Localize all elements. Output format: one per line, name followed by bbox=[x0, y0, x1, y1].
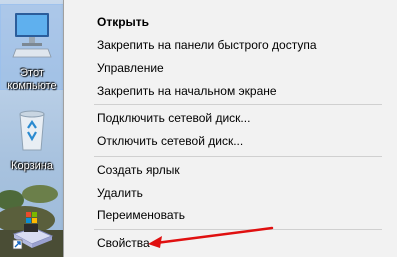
recycle-bin-icon bbox=[19, 110, 45, 151]
desktop: Этот компьюте Корзина bbox=[0, 0, 64, 257]
setup-shortcut-desktop-icon[interactable] bbox=[0, 206, 64, 256]
menu-item-map-network-drive[interactable]: Подключить сетевой диск... bbox=[64, 107, 394, 129]
menu-item-rename[interactable]: Переименовать bbox=[64, 204, 394, 226]
computer-icon bbox=[12, 13, 52, 58]
menu-separator bbox=[94, 229, 382, 230]
this-pc-desktop-icon[interactable]: Этот компьюте bbox=[0, 4, 64, 92]
menu-item-disconnect-network-drive[interactable]: Отключить сетевой диск... bbox=[64, 130, 394, 152]
menu-item-properties[interactable]: Свойства bbox=[64, 232, 394, 254]
menu-separator bbox=[94, 104, 382, 105]
context-menu: Открыть Закрепить на панели быстрого дос… bbox=[63, 0, 397, 257]
menu-item-create-shortcut[interactable]: Создать ярлык bbox=[64, 159, 394, 181]
menu-item-delete[interactable]: Удалить bbox=[64, 182, 394, 204]
this-pc-label-line1: Этот bbox=[20, 67, 44, 79]
recycle-bin-desktop-icon[interactable]: Корзина bbox=[0, 106, 64, 176]
menu-item-manage[interactable]: Управление bbox=[64, 57, 394, 79]
menu-item-pin-start[interactable]: Закрепить на начальном экране bbox=[64, 80, 394, 102]
menu-separator bbox=[94, 156, 382, 157]
this-pc-label-line2: компьюте bbox=[7, 80, 57, 92]
recycle-bin-label: Корзина bbox=[11, 160, 53, 172]
setup-package-icon bbox=[12, 212, 54, 250]
menu-item-open[interactable]: Открыть bbox=[64, 11, 394, 33]
menu-item-pin-quick-access[interactable]: Закрепить на панели быстрого доступа bbox=[64, 34, 394, 56]
